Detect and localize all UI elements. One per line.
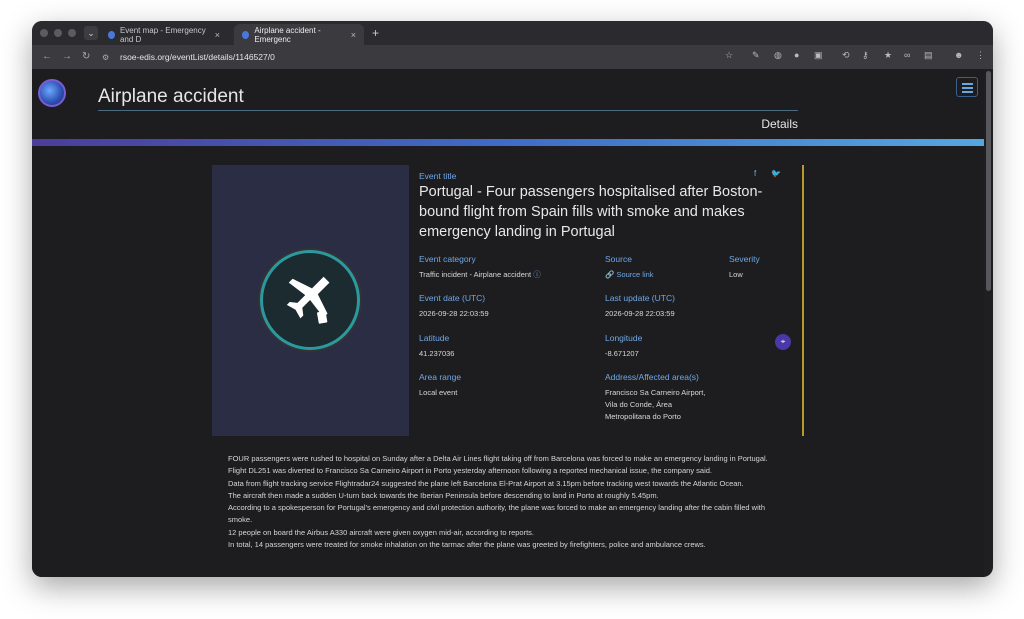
latitude-value: 41.237036 — [419, 349, 455, 358]
area-range-value: Local event — [419, 388, 458, 397]
star-icon[interactable]: ★ — [884, 50, 892, 61]
tab-airplane-accident[interactable]: Airplane accident - Emergenc × — [234, 24, 364, 45]
source-link-text: Source link — [616, 270, 654, 279]
page-content: Airplane accident Details Event title f … — [32, 69, 984, 577]
event-title: Portugal - Four passengers hospitalised … — [419, 184, 763, 240]
facebook-icon[interactable]: f — [754, 169, 756, 178]
address-line: Metropolitana do Porto — [605, 412, 681, 421]
article-paragraph: The aircraft then made a sudden U-turn b… — [228, 490, 659, 500]
tab-title: Airplane accident - Emergenc — [254, 25, 321, 44]
hamburger-icon — [962, 91, 973, 93]
event-category-text: Traffic incident - Airplane accident — [419, 270, 532, 279]
address-bar: ← → ↻ ⚙ rsoe-edis.org/eventList/details/… — [32, 45, 993, 69]
event-date-value: 2026-09-28 22:03:59 — [419, 309, 489, 318]
pen-icon[interactable]: ✎ — [752, 50, 760, 61]
tab-search-button[interactable]: ⌄ — [84, 26, 98, 40]
event-title-label: Event title — [419, 171, 457, 181]
address-line: Vila do Conde, Área — [605, 400, 672, 409]
source-link[interactable]: 🔗 Source link — [605, 269, 654, 281]
article-paragraph: Data from flight tracking service Flight… — [228, 478, 744, 488]
area-range-label: Area range — [419, 372, 462, 382]
title-divider — [98, 110, 798, 111]
site-settings-icon[interactable]: ⚙ — [102, 53, 112, 62]
event-category-label: Event category — [419, 254, 476, 264]
extension-badge-icon[interactable]: ● — [794, 50, 799, 60]
event-category-value: Traffic incident - Airplane accident ⓘ — [419, 269, 541, 281]
profile-avatar-icon[interactable]: ☻ — [954, 50, 963, 60]
hamburger-menu-button[interactable] — [956, 77, 978, 97]
event-image-panel — [212, 165, 409, 436]
event-info: Event title f 🐦 Portugal - Four passenge… — [419, 165, 799, 436]
link-icon[interactable]: ∞ — [904, 50, 910, 60]
severity-value: Low — [729, 270, 743, 279]
tab-event-map[interactable]: Event map - Emergency and D × — [100, 24, 228, 45]
browser-window: ⌄ Event map - Emergency and D × Airplane… — [32, 21, 993, 577]
hamburger-icon — [962, 83, 973, 85]
tab-title: Event map - Emergency and D — [119, 25, 206, 44]
article-paragraph: FOUR passengers were rushed to hospital … — [228, 454, 768, 463]
key-icon[interactable]: ⚷ — [862, 50, 869, 61]
longitude-value: -8.671207 — [605, 349, 639, 358]
extension-icon[interactable]: ◍ — [774, 50, 782, 61]
address-label: Address/Affected area(s) — [605, 372, 699, 382]
address-line: Francisco Sa Carneiro Airport, — [605, 388, 706, 397]
address-value: Francisco Sa Carneiro Airport, Vila do C… — [605, 387, 705, 423]
article-paragraph: Flight DL251 was diverted to Francisco S… — [228, 466, 712, 476]
twitter-icon[interactable]: 🐦 — [771, 169, 781, 178]
article-body: FOUR passengers were rushed to hospital … — [228, 453, 788, 551]
minimize-window-button[interactable] — [54, 29, 62, 37]
favicon-icon — [108, 30, 115, 39]
close-tab-icon[interactable]: × — [351, 30, 356, 40]
hamburger-icon — [962, 87, 973, 89]
info-icon[interactable]: ⓘ — [533, 270, 541, 279]
tab-bar: ⌄ Event map - Emergency and D × Airplane… — [32, 21, 993, 45]
severity-label: Severity — [729, 254, 760, 264]
event-date-label: Event date (UTC) — [419, 293, 486, 303]
accent-divider — [802, 165, 804, 436]
last-update-label: Last update (UTC) — [605, 293, 675, 303]
more-menu-icon[interactable]: ⋮ — [976, 50, 985, 61]
history-icon[interactable]: ⟲ — [842, 50, 850, 61]
longitude-label: Longitude — [605, 333, 643, 343]
article-paragraph: In total, 14 passengers were treated for… — [228, 540, 706, 550]
page-scrollbar[interactable] — [986, 71, 991, 291]
new-tab-button[interactable]: + — [372, 26, 379, 40]
globe-logo-icon[interactable] — [38, 79, 66, 107]
breadcrumb: Details — [761, 117, 798, 131]
url-text: rsoe-edis.org/eventList/details/1146527/… — [120, 52, 275, 62]
window-controls — [40, 29, 76, 37]
airplane-badge — [260, 250, 360, 350]
bookmark-star-icon[interactable]: ☆ — [725, 50, 733, 61]
airplane-icon — [286, 276, 330, 324]
reload-icon[interactable]: ↻ — [82, 51, 90, 62]
article-paragraph: 12 people on board the Airbus A330 aircr… — [228, 527, 535, 537]
forward-arrow-icon[interactable]: → — [62, 51, 72, 62]
page-title: Airplane accident — [98, 86, 244, 107]
close-tab-icon[interactable]: × — [215, 30, 220, 40]
close-window-button[interactable] — [40, 29, 48, 37]
last-update-value: 2026-09-28 22:03:59 — [605, 309, 675, 318]
favicon-icon — [242, 30, 250, 39]
source-label: Source — [605, 254, 632, 264]
event-card: Event title f 🐦 Portugal - Four passenge… — [212, 165, 803, 436]
maximize-window-button[interactable] — [68, 29, 76, 37]
latitude-label: Latitude — [419, 333, 450, 343]
url-field[interactable]: ⚙ rsoe-edis.org/eventList/details/114652… — [102, 49, 742, 65]
article-paragraph: According to a spokesperson for Portugal… — [228, 503, 766, 525]
link-icon: 🔗 — [605, 270, 615, 279]
sidebar-icon[interactable]: ▤ — [924, 50, 933, 61]
gradient-band — [32, 139, 984, 146]
back-arrow-icon[interactable]: ← — [42, 51, 52, 62]
map-marker-icon[interactable]: ⌖ — [775, 334, 791, 350]
puzzle-icon[interactable]: ▣ — [814, 50, 823, 61]
